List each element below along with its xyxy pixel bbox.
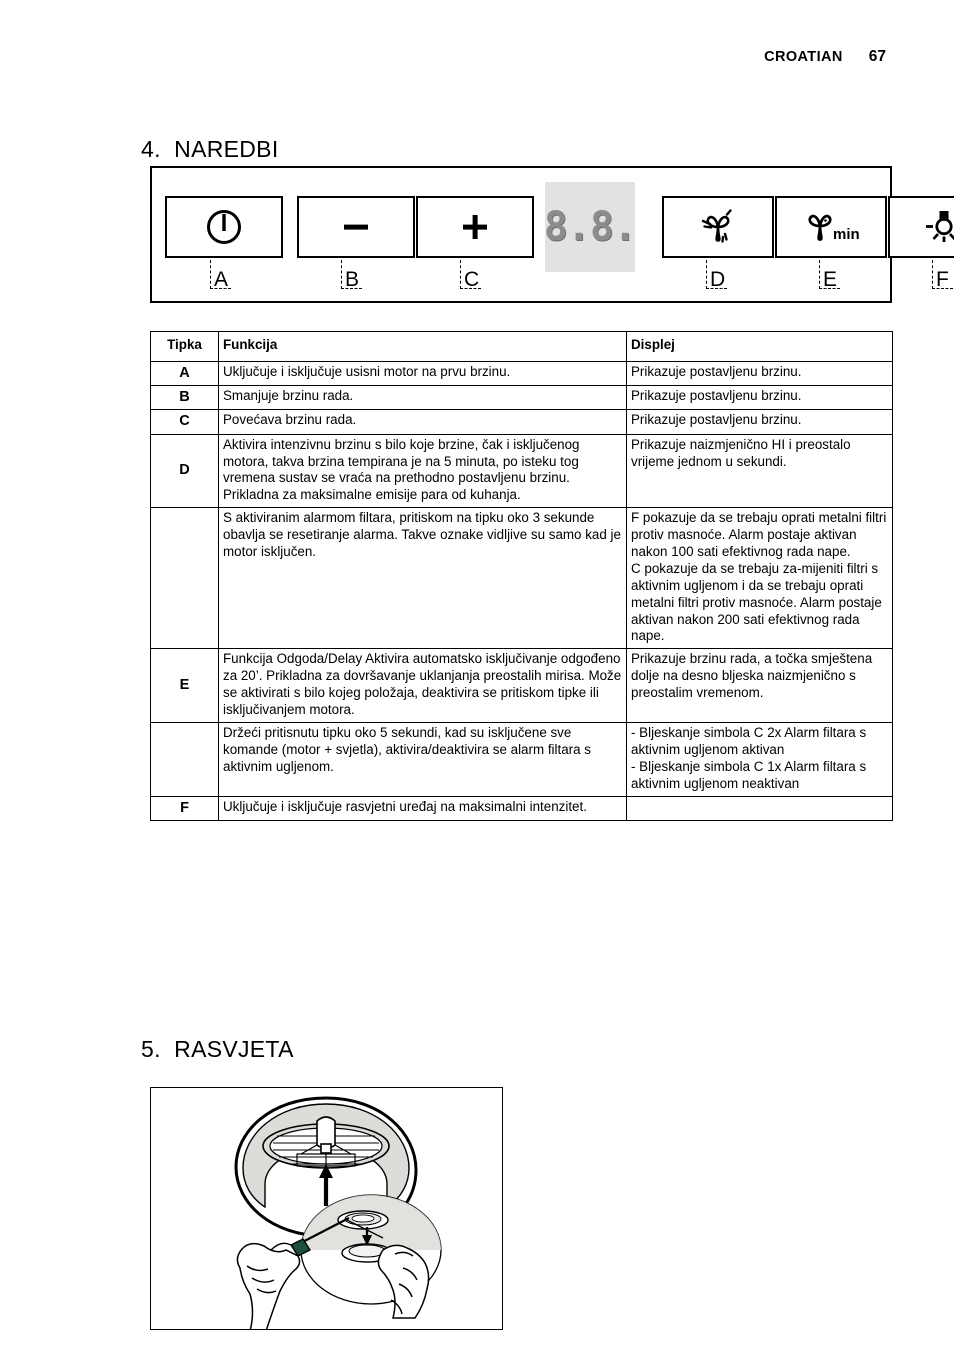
row-display-cell: - Bljeskanje simbola C 2x Alarm filtara … [626,721,893,797]
row-function-cell: Smanjuje brzinu rada. [218,385,627,411]
row-display-cell [626,795,893,821]
row-function-cell: Aktivira intenzivnu brzinu s bilo koje b… [218,433,627,509]
seven-segment-display: 8.8. [543,182,637,272]
control-panel-diagram: 8.8. min A B C D E F [150,166,954,303]
section-heading-lighting: 5. RASVJETA [141,1036,294,1062]
row-display-cell: Prikazuje postavljenu brzinu. [626,409,893,435]
row-key-cell [150,721,219,797]
row-display-cell: Prikazuje postavljenu brzinu. [626,360,893,387]
display-value: 8.8. [543,204,637,250]
row-function-cell: Povećava brzinu rada. [218,409,627,435]
row-display-cell: F pokazuje da se trebaju oprati metalni … [626,507,893,650]
table-row: F Uključuje i isključuje rasvjetni uređaj… [150,795,893,821]
lamp-replacement-illustration [150,1087,503,1330]
row-key-cell: A [150,360,219,387]
table-row: C Povećava brzinu rada. Prikazuje postavlj… [150,409,893,435]
fan-timer-min-label: min [833,226,860,243]
row-key-cell: B [150,385,219,411]
panel-label-c: C [464,268,480,291]
row-function-cell: Uključuje i isključuje rasvjetni uređaj … [218,795,627,821]
panel-key-c[interactable] [416,196,534,258]
functions-table: Tipka Funkcija Displej A Uključuje i iskl… [150,331,893,821]
plus-icon [463,215,487,239]
left-hand [236,1242,301,1329]
row-function-cell: Uključuje i isključuje usisni motor na p… [218,360,627,387]
lamp-figure-drawing [234,1096,442,1329]
light-bulb-icon [926,211,954,242]
row-key-cell: D [150,433,219,509]
panel-label-a: A [214,268,229,291]
table-row: A Uključuje i isključuje usisni motor na … [150,360,893,387]
header-display: Displej [626,331,893,362]
panel-key-a[interactable] [165,196,283,258]
row-key-cell: F [150,795,219,821]
table-row: D Aktivira intenzivnu brzinu s bilo koje … [150,433,893,509]
fan-boost-icon [701,209,732,243]
panel-key-d[interactable] [662,196,774,258]
section-heading-commands: 4. NAREDBI [141,136,279,162]
row-function-cell: Držeći pritisnutu tipku oko 5 sekundi, k… [218,721,627,797]
panel-label-d: D [710,268,726,291]
panel-key-e[interactable]: min [775,196,887,258]
page-header: CROATIAN 67 [764,48,886,66]
page-number: 67 [868,48,886,65]
table-row: Držeći pritisnutu tipku oko 5 sekundi, k… [150,721,893,797]
row-display-cell: Prikazuje postavljenu brzinu. [626,385,893,411]
row-display-cell: Prikazuje brzinu rada, a točka smještena… [626,648,893,723]
row-function-cell: Funkcija Odgoda/Delay Aktivira automatsk… [218,648,627,723]
row-key-cell: E [150,648,219,723]
table-header-row: Tipka Funkcija Displej [150,331,893,362]
row-display-cell: Prikazuje naizmjenično HI i preostalo vr… [626,433,893,509]
table-row: E Funkcija Odgoda/Delay Aktivira automat… [150,648,893,723]
minus-icon [344,224,368,230]
row-function-cell: S aktiviranim alarmom filtara, pritiskom… [218,507,627,650]
header-function: Funkcija [218,331,627,362]
row-key-cell [150,507,219,650]
panel-label-e: E [823,268,838,291]
power-icon [207,210,241,244]
panel-key-b[interactable] [297,196,415,258]
panel-label-f: F [936,268,949,291]
table-row: S aktiviranim alarmom filtara, pritiskom… [150,507,893,650]
panel-key-f[interactable] [888,196,954,258]
fan-timer-icon: min [808,214,860,243]
panel-label-b: B [345,268,360,291]
language-label: CROATIAN [764,49,843,65]
table-row: B Smanjuje brzinu rada. Prikazuje postavlj… [150,385,893,411]
row-key-cell: C [150,409,219,435]
header-key: Tipka [150,331,219,362]
